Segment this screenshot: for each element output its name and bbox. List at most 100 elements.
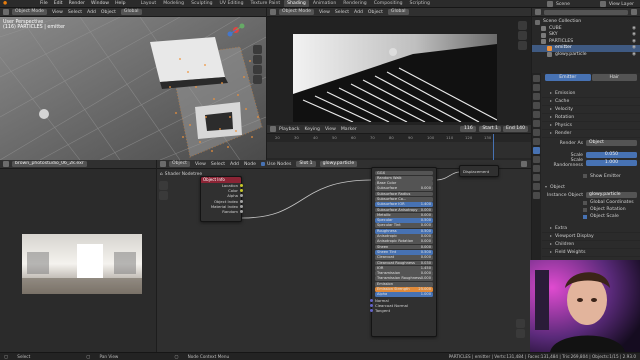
panel-field-weights[interactable]: Field Weights [542, 249, 640, 257]
end-frame-field[interactable]: End 140 [503, 126, 528, 132]
bsdf-input-emission-strength[interactable]: Emission Strength 25.000 [375, 287, 433, 292]
timeline-menu-view[interactable]: View [325, 127, 336, 132]
output-socket-random[interactable]: Random [201, 209, 243, 214]
properties-tab-modifier-icon[interactable] [533, 138, 540, 145]
panel-viewport-display[interactable]: Viewport Display [542, 233, 640, 241]
show-emitter-checkbox[interactable]: Show Emitter [545, 172, 637, 180]
properties-tab-texture-icon[interactable] [533, 192, 540, 199]
pan-hand-icon[interactable] [518, 31, 527, 40]
bsdf-input-metallic[interactable]: Metallic 0.000 [375, 212, 433, 218]
filter-icon[interactable] [631, 9, 637, 15]
object-info-node[interactable]: Object Info Location Color Alpha Object Ind… [200, 176, 243, 222]
blender-logo-icon[interactable]: ● [3, 1, 7, 6]
editor-type-icon[interactable] [270, 9, 276, 15]
bsdf-input-clearcoat[interactable]: Clearcoat 0.000 [375, 255, 433, 261]
panel-cache[interactable]: Cache [542, 98, 640, 106]
scale-field[interactable]: 0.050 [586, 152, 637, 158]
bsdf-input-alpha[interactable]: Alpha 1.000 [375, 292, 433, 298]
properties-tab-scene-icon[interactable] [533, 111, 540, 118]
bsdf-input-ggx[interactable]: GGX [375, 170, 433, 176]
tab-texture-paint[interactable]: Texture Paint [248, 0, 284, 7]
material-selector[interactable]: glowy.particle [319, 161, 358, 167]
render-transform-orientation[interactable]: Global [387, 9, 409, 15]
panel-velocity[interactable]: Velocity [542, 106, 640, 114]
scene-selector[interactable]: Scene [546, 1, 570, 7]
panel-physics[interactable]: Physics [542, 122, 640, 130]
timeline-menu-keying[interactable]: Keying [305, 127, 320, 132]
current-frame-field[interactable]: 116 [460, 126, 477, 132]
properties-tab-view-layer-icon[interactable] [533, 102, 540, 109]
timeline-editor-icon[interactable] [270, 126, 276, 132]
properties-tab-world-icon[interactable] [533, 120, 540, 127]
3d-viewport[interactable]: User Perspective (116) PARTICLES | emitt… [0, 17, 266, 160]
bsdf-input-transmission-roughness[interactable]: Transmission Roughness 0.000 [375, 276, 433, 282]
node-menu-object[interactable]: Object [169, 161, 190, 167]
tab-sculpting[interactable]: Sculpting [188, 0, 215, 7]
properties-tab-tool-icon[interactable] [533, 75, 540, 82]
tab-uv-editing[interactable]: UV Editing [217, 0, 247, 7]
select-box-icon[interactable] [159, 181, 168, 190]
start-frame-field[interactable]: Start 1 [479, 126, 502, 132]
shader-editor-icon[interactable] [160, 161, 166, 167]
bsdf-input-subsurface-ior[interactable]: Subsurface IOR 1.400 [375, 202, 433, 208]
node-menu-view[interactable]: View [195, 162, 206, 167]
properties-tab-render-icon[interactable] [533, 84, 540, 91]
properties-tab-particles-icon[interactable] [533, 147, 540, 154]
timeline-area[interactable]: 20 30 40 50 60 70 80 90 100 110 120 130 [267, 134, 531, 160]
tab-shading[interactable]: Shading [284, 0, 309, 7]
menu-help[interactable]: Help [115, 1, 125, 6]
bsdf-input-sheen-tint[interactable]: Sheen Tint 0.500 [375, 249, 433, 255]
properties-tab-data-icon[interactable] [533, 174, 540, 181]
outliner-icon[interactable] [535, 9, 541, 15]
pin-icon[interactable] [521, 161, 527, 167]
bsdf-input-roughness[interactable]: Roughness 0.500 [375, 228, 433, 234]
bsdf-input-anisotropic-rotation[interactable]: Anisotropic Rotation 0.000 [375, 239, 433, 245]
grid-icon[interactable] [253, 75, 262, 84]
checkbox-global-coordinates[interactable]: Global Coordinates [545, 199, 637, 206]
menu-window[interactable]: Window [91, 1, 109, 6]
playhead[interactable] [493, 134, 494, 160]
tab-emitter[interactable]: Emitter [545, 74, 591, 81]
viewport-menu-select[interactable]: Select [68, 10, 82, 15]
properties-tab-constraints-icon[interactable] [533, 165, 540, 172]
render-menu-select[interactable]: Select [335, 10, 349, 15]
bsdf-input-subsurface[interactable]: Subsurface 0.000 [375, 186, 433, 192]
bsdf-input-anisotropic[interactable]: Anisotropic 0.000 [375, 234, 433, 239]
image-editor-icon[interactable] [3, 161, 9, 167]
image-editor[interactable] [0, 169, 156, 352]
tab-compositing[interactable]: Compositing [371, 0, 406, 7]
properties-tab-material-icon[interactable] [533, 183, 540, 190]
bsdf-input-clearcoat-roughness[interactable]: Clearcoat Roughness 0.030 [375, 260, 433, 266]
checkbox-object-scale[interactable]: Object Scale [545, 213, 637, 220]
render-as-dropdown[interactable]: Object [586, 140, 637, 146]
navigation-gizmo[interactable] [226, 20, 246, 40]
bsdf-input-subsurface-co-[interactable]: Subsurface Co... [375, 196, 433, 202]
panel-extra[interactable]: Extra [542, 225, 640, 233]
camera-icon[interactable] [516, 319, 525, 328]
viewport-menu-view[interactable]: View [52, 10, 63, 15]
timeline-menu-marker[interactable]: Marker [341, 127, 357, 132]
use-nodes-toggle[interactable]: Use Nodes [260, 162, 291, 167]
tab-scripting[interactable]: Scripting [407, 0, 433, 7]
panel-emission[interactable]: Emission [542, 90, 640, 98]
bsdf-input-emission[interactable]: Emission [375, 281, 433, 287]
scale-randomness-field[interactable]: 1.000 [586, 159, 637, 166]
tab-hair[interactable]: Hair [591, 74, 637, 81]
node-menu-add[interactable]: Add [230, 162, 239, 167]
visibility-eye-icon[interactable]: ◉ [632, 52, 636, 59]
bsdf-input-sheen[interactable]: Sheen 0.000 [375, 244, 433, 250]
properties-tab-object-icon[interactable] [533, 129, 540, 136]
panel-children[interactable]: Children [542, 241, 640, 249]
bsdf-input-transmission[interactable]: Transmission 0.000 [375, 271, 433, 276]
object-subpanel-header[interactable]: Object [545, 183, 637, 191]
image-name-field[interactable]: brown_photostudio_06_2k.exr [12, 161, 87, 167]
render-menu-add[interactable]: Add [354, 10, 363, 15]
node-editor[interactable]: ⌂ Shader Nodetree Object Info Location Col… [157, 165, 531, 352]
principled-bsdf-node[interactable]: GGX Random Walk Base Color Subsurface 0.000 S… [370, 167, 437, 337]
panel-render[interactable]: Render [542, 130, 640, 138]
zoom-icon[interactable] [253, 45, 262, 54]
outliner-search-input[interactable] [544, 9, 628, 15]
viewport-transform-orientation[interactable]: Global [120, 9, 142, 15]
bsdf-input-random-walk[interactable]: Random Walk [375, 175, 433, 181]
zoom-icon[interactable] [516, 329, 525, 338]
